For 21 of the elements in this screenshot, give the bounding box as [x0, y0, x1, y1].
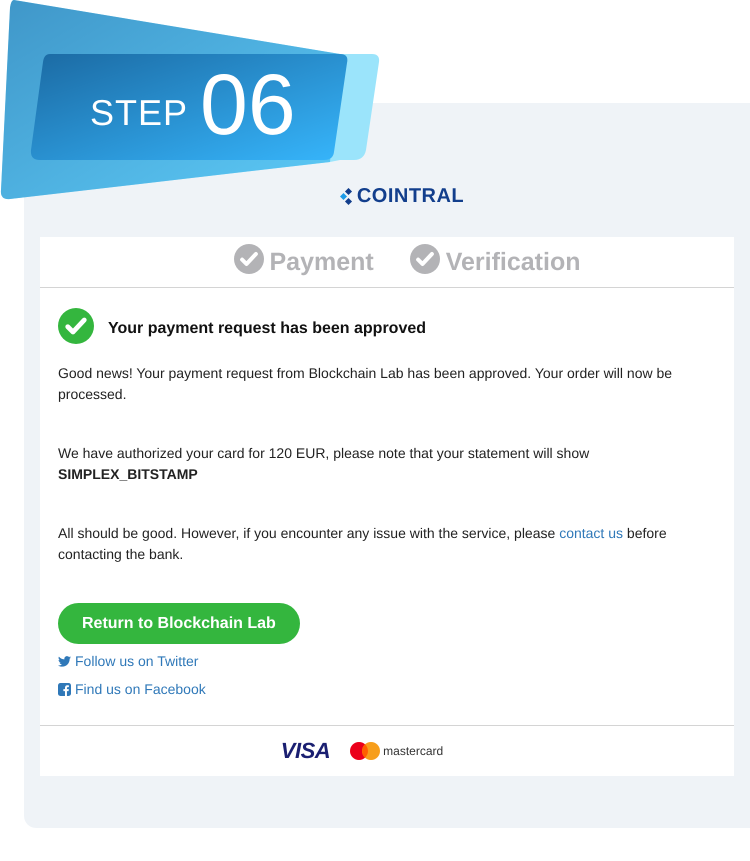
social-link[interactable]: Follow us on Twitter [58, 653, 198, 669]
step-number: 06 [200, 62, 296, 148]
bird-icon [58, 656, 71, 666]
step-label: Verification [446, 248, 580, 276]
facebook-icon [58, 682, 71, 696]
circles-icon [350, 742, 380, 760]
social-link[interactable]: Find us on Facebook [58, 681, 206, 697]
return-button[interactable]: Return to Blockchain Lab [58, 603, 300, 644]
message-title: Your payment request has been approved [108, 320, 426, 338]
check-icon [410, 244, 440, 274]
message-paragraph: We have authorized your card for 120 EUR, please note that your statement will show SIMPLEX_BITSTAMP [58, 444, 590, 484]
visa-logo: VISA [280, 738, 330, 764]
step-label: Payment [270, 248, 374, 276]
mastercard-logo: mastercard [383, 744, 444, 758]
contact-link[interactable]: contact us [559, 525, 624, 541]
check-icon [234, 244, 264, 274]
step-label: STEP [90, 92, 188, 134]
check-icon [58, 308, 94, 344]
brand-logo: COINTRAL [340, 185, 464, 208]
message-paragraph: Good news! Your payment request from Blockchain Lab has been approved. Your order will now be processed. [58, 364, 674, 404]
message-paragraph: All should be good. However, if you encounter any issue with the service, please contact us before contacting the bank. [58, 524, 668, 564]
